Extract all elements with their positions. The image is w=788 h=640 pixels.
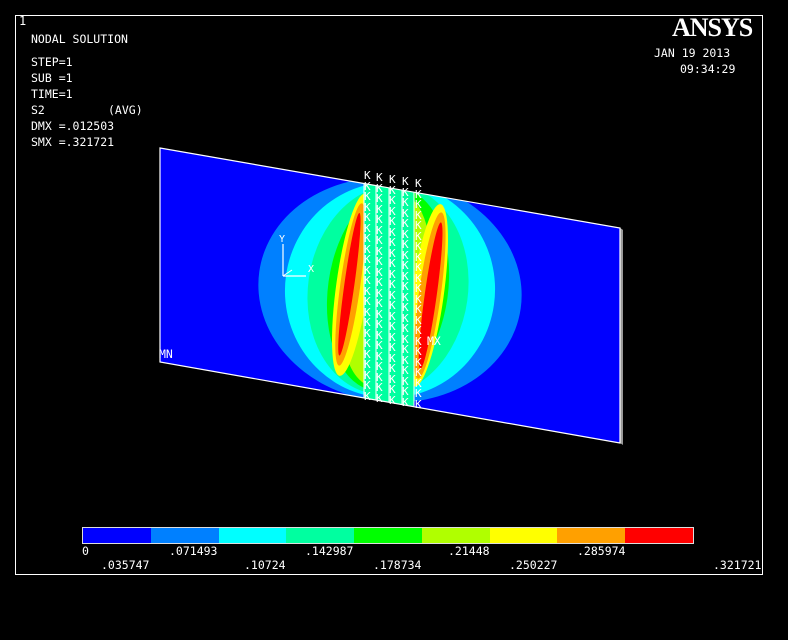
legend-label-bottom-3: .178734 [373, 558, 422, 572]
legend-label-top-4: .21448 [448, 544, 490, 558]
legend-swatch-1 [83, 528, 151, 543]
boundary-k-symbol: K [389, 393, 396, 407]
axis-y-label: Y [279, 234, 286, 245]
boundary-k-symbol: K [402, 395, 409, 409]
legend-label-bottom-1: .035747 [101, 558, 150, 572]
boundary-k-symbol: K [415, 397, 422, 411]
legend-swatch-9 [625, 528, 694, 543]
legend-swatch-6 [421, 528, 490, 543]
legend-label-bottom-4: .250227 [509, 558, 558, 572]
legend-label-top-3: .142987 [305, 544, 354, 558]
legend-swatch-7 [489, 528, 558, 543]
axis-x-label: X [308, 264, 315, 275]
legend-label-bottom-2: .10724 [244, 558, 286, 572]
boundary-k-symbol: K [364, 389, 371, 403]
min-marker: MN [159, 347, 173, 361]
legend-swatch-3 [218, 528, 287, 543]
legend-swatch-5 [354, 528, 422, 543]
legend-label-bottom-5: .321721 [713, 558, 762, 572]
legend-swatch-2 [150, 528, 219, 543]
legend-label-top-5: .285974 [577, 544, 626, 558]
legend-color-bar [82, 527, 694, 544]
legend-label-top-2: .071493 [169, 544, 218, 558]
legend-label-top-1: 0 [82, 544, 89, 558]
max-marker: MX [427, 334, 441, 348]
boundary-k-symbol: K [376, 391, 383, 405]
legend-swatch-4 [286, 528, 355, 543]
legend-swatch-8 [557, 528, 626, 543]
